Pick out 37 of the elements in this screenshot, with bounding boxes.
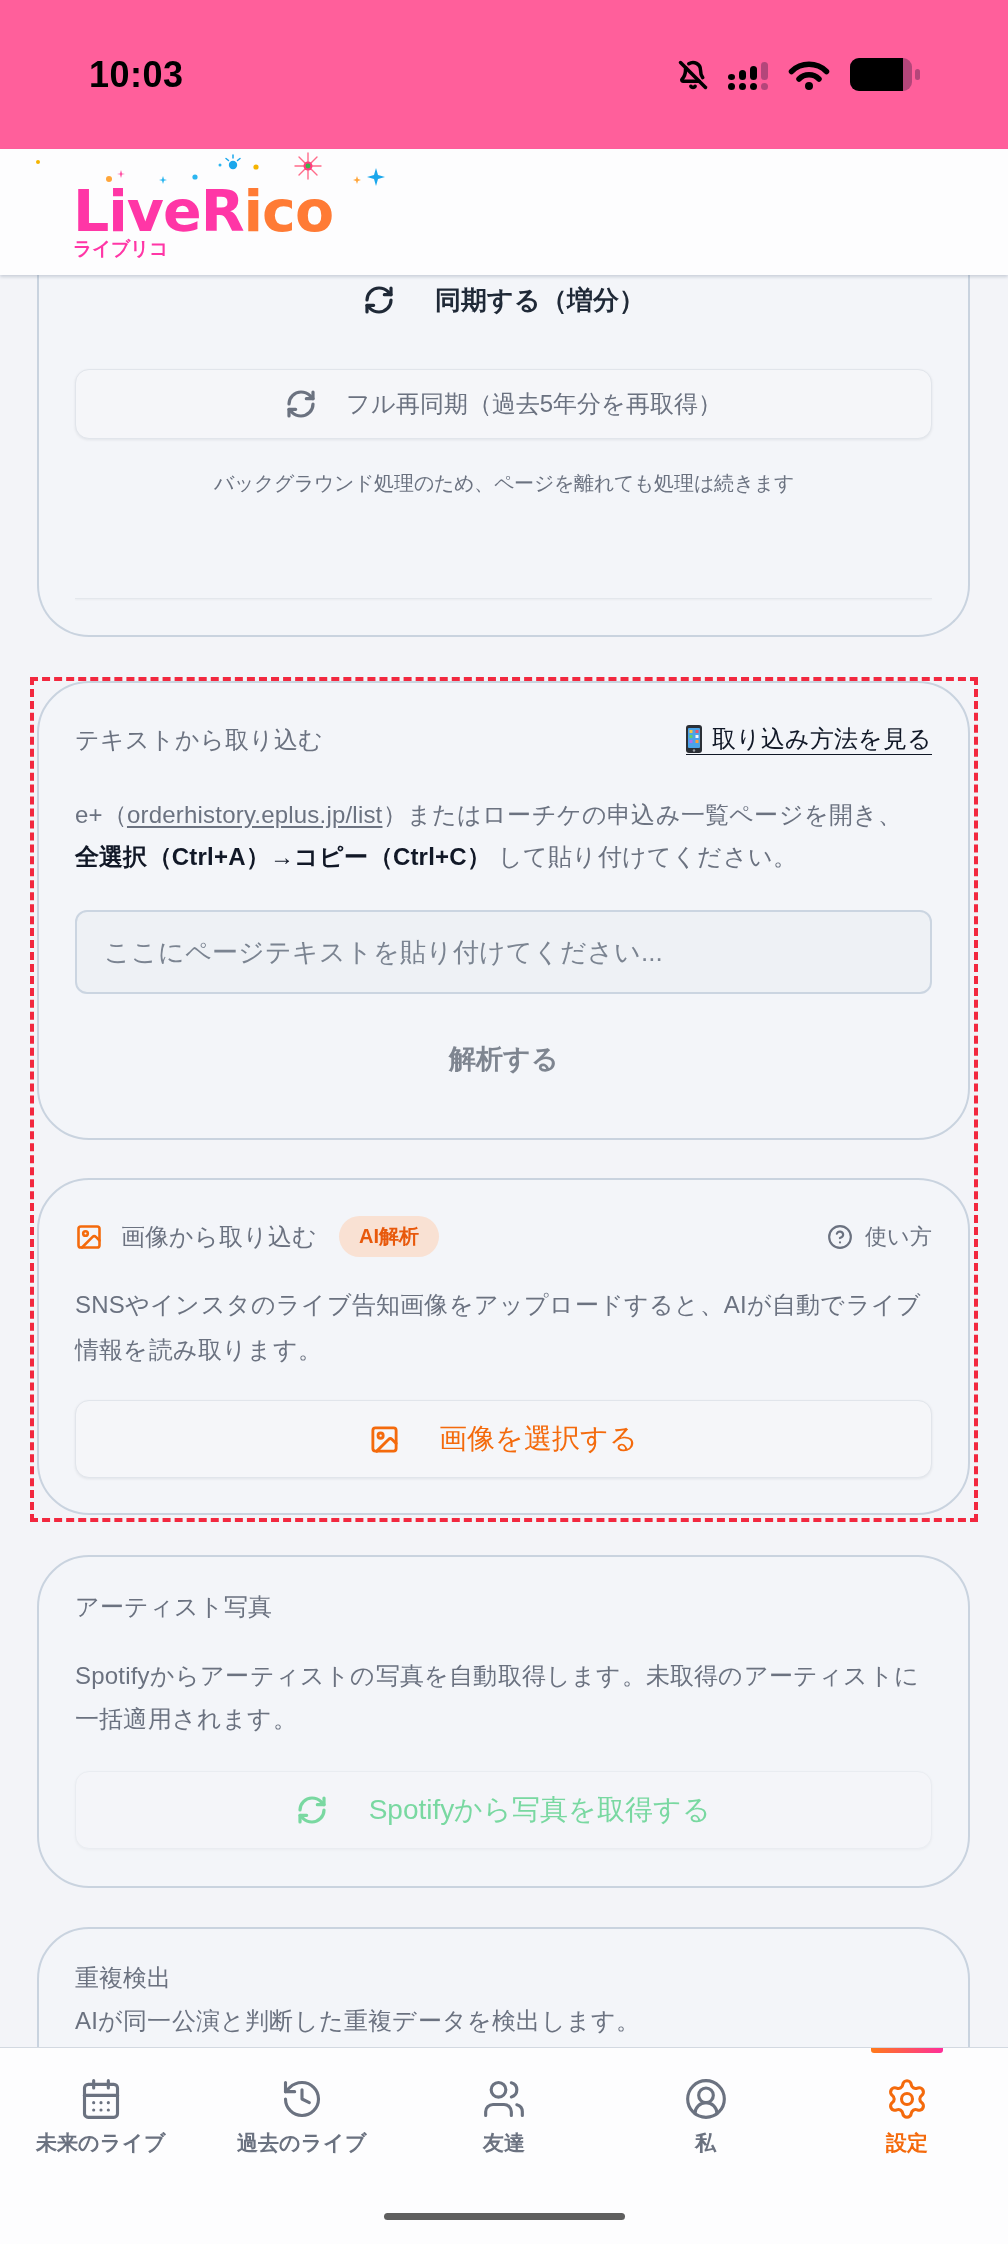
signal-icon xyxy=(728,59,768,90)
phone-icon xyxy=(686,725,702,753)
card-title: アーティスト写真 xyxy=(75,1592,273,1622)
orderhistory-link[interactable]: orderhistory.eplus.jp/list xyxy=(126,801,383,828)
bottom-nav-tab[interactable]: 未来のライブ xyxy=(0,2048,202,2160)
bottom-nav-tab[interactable]: 設定 xyxy=(806,2048,1008,2160)
refresh-icon xyxy=(284,388,317,420)
usage-help-button[interactable]: 使い方 xyxy=(827,1221,932,1252)
sync-button[interactable]: 同期する（増分） xyxy=(362,280,645,320)
bottom-nav-tab[interactable]: 私 xyxy=(604,2048,807,2160)
user-circle-icon xyxy=(683,2077,728,2121)
help-icon xyxy=(827,1223,853,1250)
page-text-input[interactable]: ここにページテキストを貼り付けてください... xyxy=(75,910,932,994)
duplicate-check-description: AIが同一公演と判断した重複データを検出します。 xyxy=(75,2006,642,2036)
artist-photo-description: Spotifyからアーティストの写真を自動取得します。未取得のアーティストに一括適用されます。 xyxy=(75,1661,920,1734)
refresh-icon xyxy=(295,1794,328,1826)
battery-icon xyxy=(850,58,920,91)
bottom-nav-tab[interactable]: 過去のライブ xyxy=(201,2048,404,2160)
image-icon xyxy=(369,1423,400,1455)
image-import-description: SNSやインスタのライブ告知画像をアップロードすると、AIが自動でライブ情報を読み取ります。 xyxy=(75,1290,923,1365)
bottom-nav-tab[interactable]: 友達 xyxy=(403,2048,605,2160)
refresh-icon xyxy=(362,284,395,316)
instructions-text: e+（orderhistory.eplus.jp/list）またはローチケの申込み一覧ページを開き、全選択（Ctrl+A）→コピー（Ctrl+C） して貼り付けてください。 xyxy=(75,800,904,872)
card-title: テキストから取り込む xyxy=(75,724,323,755)
select-image-button[interactable]: 画像を選択する xyxy=(75,1400,932,1478)
logo-subtitle: ライブリコ xyxy=(73,236,168,260)
card-title: 画像から取り込む xyxy=(121,1221,317,1252)
how-to-link[interactable]: 取り込み方法を見る xyxy=(686,724,932,755)
card-title: 重複検出 xyxy=(75,1963,172,1993)
background-note: バックグラウンド処理のため、ページを離れても処理は続きます xyxy=(212,471,795,496)
status-time: 10:03 xyxy=(89,53,184,96)
full-resync-button[interactable]: フル再同期（過去5年分を再取得） xyxy=(75,369,932,439)
image-icon xyxy=(75,1222,103,1251)
wifi-icon xyxy=(788,59,830,90)
bell-off-icon xyxy=(678,59,708,90)
ai-badge: AI解析 xyxy=(339,1216,439,1257)
logo-wordmark: LiveRico xyxy=(73,185,334,237)
